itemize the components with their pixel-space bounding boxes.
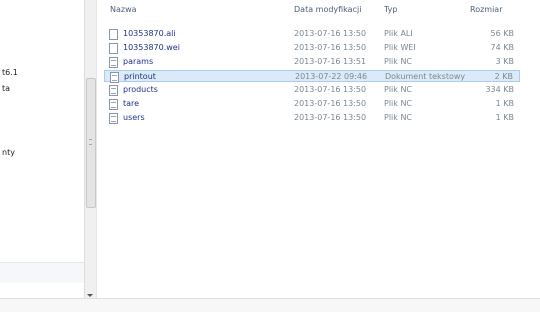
file-date: 2013-07-16 13:50 bbox=[294, 113, 367, 122]
file-icon bbox=[109, 29, 118, 40]
column-header-type[interactable]: Typ bbox=[384, 5, 397, 14]
file-row[interactable]: 10353870.ali 2013-07-16 13:50 Plik ALI 5… bbox=[104, 28, 520, 40]
file-icon bbox=[109, 113, 118, 124]
column-header-modified[interactable]: Data modyfikacji bbox=[294, 5, 361, 14]
file-name: tare bbox=[123, 99, 140, 108]
file-icon bbox=[109, 85, 118, 96]
file-date: 2013-07-16 13:51 bbox=[294, 57, 367, 66]
column-header-name[interactable]: Nazwa bbox=[110, 5, 137, 14]
file-size: 1 KB bbox=[495, 113, 514, 122]
file-row[interactable]: params 2013-07-16 13:51 Plik NC 3 KB bbox=[104, 56, 520, 68]
navigation-pane: t6.1 ta nty bbox=[0, 0, 84, 298]
scrollbar-thumb[interactable] bbox=[86, 78, 96, 208]
file-icon bbox=[109, 43, 118, 54]
file-date: 2013-07-16 13:50 bbox=[294, 29, 367, 38]
file-date: 2013-07-16 13:50 bbox=[294, 99, 367, 108]
file-name: 10353870.wei bbox=[123, 43, 180, 52]
file-row[interactable]: products 2013-07-16 13:50 Plik NC 334 KB bbox=[104, 84, 520, 96]
status-bar bbox=[0, 298, 540, 312]
nav-scrollbar[interactable] bbox=[84, 0, 97, 298]
file-name: products bbox=[123, 85, 158, 94]
file-size: 74 KB bbox=[490, 43, 514, 52]
file-type: Plik NC bbox=[384, 113, 413, 122]
file-row[interactable]: users 2013-07-16 13:50 Plik NC 1 KB bbox=[104, 112, 520, 124]
file-type: Dokument tekstowy bbox=[385, 72, 466, 81]
file-date: 2013-07-22 09:46 bbox=[295, 72, 368, 81]
nav-divider-band bbox=[0, 262, 84, 283]
file-type: Plik ALI bbox=[384, 29, 413, 38]
file-size: 334 KB bbox=[485, 85, 514, 94]
nav-item-label[interactable]: nty bbox=[2, 148, 32, 157]
column-header-size[interactable]: Rozmiar bbox=[470, 5, 503, 14]
nav-item-label[interactable]: ta bbox=[2, 84, 32, 93]
file-date: 2013-07-16 13:50 bbox=[294, 43, 367, 52]
file-name: params bbox=[123, 57, 154, 66]
file-row[interactable]: tare 2013-07-16 13:50 Plik NC 1 KB bbox=[104, 98, 520, 110]
file-name: users bbox=[123, 113, 145, 122]
file-date: 2013-07-16 13:50 bbox=[294, 85, 367, 94]
file-type: Plik WEI bbox=[384, 43, 416, 52]
file-icon bbox=[109, 57, 118, 68]
file-size: 1 KB bbox=[495, 99, 514, 108]
file-size: 56 KB bbox=[490, 29, 514, 38]
nav-item-label[interactable]: t6.1 bbox=[2, 68, 32, 77]
grip-icon bbox=[89, 139, 92, 145]
text-document-icon bbox=[110, 72, 119, 83]
file-row[interactable]: 10353870.wei 2013-07-16 13:50 Plik WEI 7… bbox=[104, 42, 520, 54]
file-size: 3 KB bbox=[495, 57, 514, 66]
file-icon bbox=[109, 99, 118, 110]
file-name: 10353870.ali bbox=[123, 29, 176, 38]
file-size: 2 KB bbox=[494, 72, 513, 81]
file-type: Plik NC bbox=[384, 85, 413, 94]
file-row-selected[interactable]: printout 2013-07-22 09:46 Dokument tekst… bbox=[104, 70, 520, 83]
scroll-down-icon[interactable] bbox=[87, 294, 93, 297]
file-type: Plik NC bbox=[384, 99, 413, 108]
file-type: Plik NC bbox=[384, 57, 413, 66]
file-name: printout bbox=[124, 72, 156, 81]
